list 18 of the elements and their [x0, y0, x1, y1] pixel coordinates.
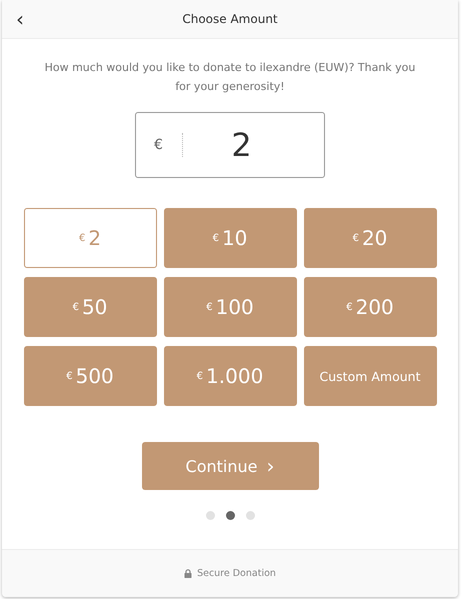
amount-option[interactable]: $^{€}$200: [304, 277, 436, 337]
page-title: Choose Amount: [181, 12, 279, 26]
amount-option[interactable]: $^{€}$50: [24, 277, 156, 337]
lock-icon: [184, 569, 192, 578]
amount-option[interactable]: $^{€}$500: [24, 346, 156, 406]
continue-button[interactable]: Continue ›: [142, 442, 318, 490]
amount-option[interactable]: $^{€}$2: [24, 208, 156, 268]
donation-prompt: How much would you like to donate to ilexandre (EUW)? Thank you for your generosity!: [44, 60, 416, 95]
amount-option[interactable]: $^{€}$1.000: [164, 346, 296, 406]
currency-symbol: €: [153, 137, 164, 153]
back-button[interactable]: ‹: [10, 9, 30, 29]
secure-donation-label: Secure Donation: [197, 568, 276, 579]
custom-amount-option[interactable]: Custom Amount: [304, 346, 436, 406]
amount-field[interactable]: € 2: [135, 112, 325, 178]
amount-option[interactable]: $^{€}$10: [164, 208, 296, 268]
amount-value: 2: [230, 126, 253, 164]
amount-option[interactable]: $^{€}$100: [164, 277, 296, 337]
amount-option[interactable]: $^{€}$20: [304, 208, 436, 268]
